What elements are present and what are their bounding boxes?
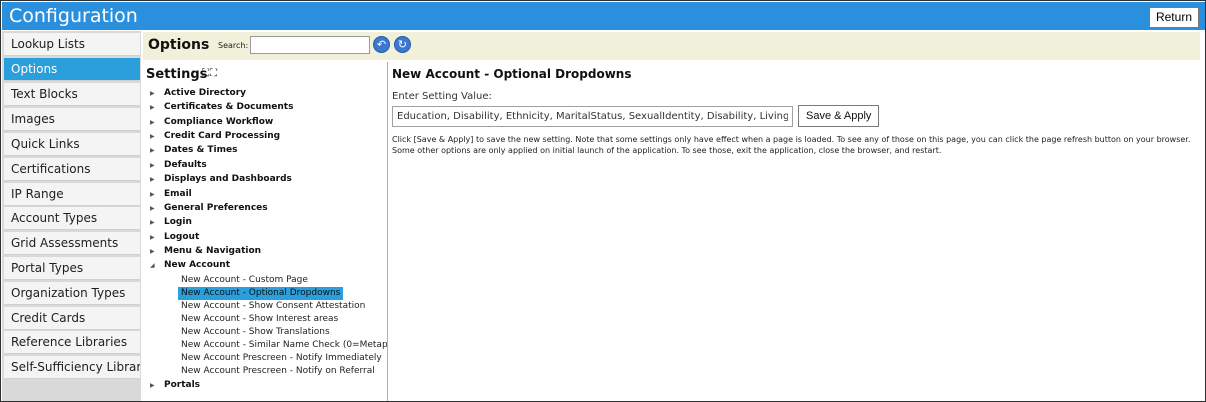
settings-tree-pane: Settings ⛶⛶ ▶ Active Directory ▶ Certifica…	[143, 62, 388, 401]
tree-node-label: Menu & Navigation	[164, 246, 262, 256]
setting-detail-pane: New Account - Optional Dropdowns Enter S…	[390, 62, 1202, 401]
tree-node-new-account[interactable]: ◢ New Account	[150, 259, 230, 272]
sidebar-item-ip-range[interactable]: IP Range	[4, 183, 140, 206]
tree-node[interactable]: ▶ Login	[150, 216, 192, 229]
tree-node-label: Email	[164, 189, 192, 199]
tree-leaf[interactable]: New Account - Similar Name Check (0=Meta…	[178, 339, 387, 352]
tree-node[interactable]: ▶ Active Directory	[150, 87, 246, 100]
chevron-right-icon: ▶	[150, 90, 155, 97]
chevron-right-icon: ▶	[150, 382, 155, 389]
settings-heading: Settings	[146, 67, 208, 82]
tree-node-label: Dates & Times	[164, 145, 238, 155]
tree-leaf-selected[interactable]: New Account - Optional Dropdowns	[178, 287, 344, 300]
tree-node[interactable]: ▶ General Preferences	[150, 202, 268, 215]
tree-node[interactable]: ▶ Certificates & Documents	[150, 101, 293, 114]
tree-node-label: Defaults	[164, 160, 207, 170]
chevron-right-icon: ▶	[150, 205, 155, 212]
tree-node-label: New Account	[164, 260, 231, 270]
setting-title: New Account - Optional Dropdowns	[392, 67, 632, 81]
back-arrow-icon[interactable]: ↶	[373, 36, 390, 53]
search-label: Search:	[218, 41, 249, 50]
setting-value-label: Enter Setting Value:	[392, 91, 492, 102]
tree-leaf[interactable]: New Account - Custom Page	[178, 274, 311, 287]
chevron-right-icon: ▶	[150, 191, 155, 198]
tree-node[interactable]: ▶ Dates & Times	[150, 144, 238, 157]
sidebar-item-text-blocks[interactable]: Text Blocks	[4, 83, 140, 106]
tree-node[interactable]: ▶ Credit Card Processing	[150, 130, 280, 143]
tree-node-label: Compliance Workflow	[164, 117, 274, 127]
sidebar-item-self-sufficiency-libraries[interactable]: Self-Sufficiency Libraries	[4, 356, 140, 379]
tree-node[interactable]: ▶ Email	[150, 188, 192, 201]
expand-collapse-all-icon[interactable]: ⛶⛶	[202, 68, 218, 79]
chevron-right-icon: ▶	[150, 119, 155, 126]
chevron-right-icon: ▶	[150, 104, 155, 111]
page-title: Options	[148, 37, 210, 53]
sidebar: Lookup Lists Options Text Blocks Images …	[2, 31, 141, 401]
tree-node-label: Displays and Dashboards	[164, 174, 292, 184]
tree-leaf[interactable]: New Account Prescreen - Notify on Referr…	[178, 365, 378, 378]
save-apply-button[interactable]: Save & Apply	[798, 105, 880, 127]
tree-node-label: General Preferences	[164, 203, 268, 213]
chevron-right-icon: ▶	[150, 219, 155, 226]
tree-node-label: Logout	[164, 232, 200, 242]
tree-node[interactable]: ▶ Menu & Navigation	[150, 245, 261, 258]
tree-leaf[interactable]: New Account - Show Translations	[178, 326, 333, 339]
app-window: Configuration Return Lookup Lists Option…	[0, 0, 1206, 402]
tree-node-label: Login	[164, 217, 192, 227]
chevron-right-icon: ▶	[150, 147, 155, 154]
sidebar-item-quick-links[interactable]: Quick Links	[4, 133, 140, 156]
sidebar-item-reference-libraries[interactable]: Reference Libraries	[4, 331, 140, 354]
tree-node[interactable]: ▶ Compliance Workflow	[150, 116, 273, 129]
help-text: Click [Save & Apply] to save the new set…	[392, 135, 1191, 155]
tree-node[interactable]: ▶ Displays and Dashboards	[150, 173, 292, 186]
title-bar: Configuration Return	[2, 2, 1205, 30]
sidebar-item-grid-assessments[interactable]: Grid Assessments	[4, 232, 140, 255]
tree-node-label: Certificates & Documents	[164, 102, 294, 112]
tree-leaf[interactable]: New Account - Show Consent Attestation	[178, 300, 368, 313]
tree-leaf[interactable]: New Account - Show Interest areas	[178, 313, 341, 326]
setting-value-input[interactable]	[392, 106, 793, 127]
sidebar-item-account-types[interactable]: Account Types	[4, 207, 140, 230]
chevron-right-icon: ▶	[150, 248, 155, 255]
sidebar-item-options[interactable]: Options	[4, 58, 140, 81]
tree-node[interactable]: ▶ Defaults	[150, 159, 207, 172]
sidebar-item-organization-types[interactable]: Organization Types	[4, 282, 140, 305]
tree-node[interactable]: ▶ Portals	[150, 379, 200, 392]
chevron-down-icon: ◢	[150, 262, 155, 269]
return-button[interactable]: Return	[1148, 7, 1199, 28]
chevron-right-icon: ▶	[150, 176, 155, 183]
app-title: Configuration	[9, 5, 138, 27]
chevron-right-icon: ▶	[150, 133, 155, 140]
tree-node-label: Active Directory	[164, 88, 247, 98]
options-toolbar: Options Search: ↶ ↻	[143, 32, 1200, 60]
sidebar-item-images[interactable]: Images	[4, 108, 140, 131]
tree-leaf[interactable]: New Account Prescreen - Notify Immediate…	[178, 352, 385, 365]
tree-node-label: Credit Card Processing	[164, 131, 281, 141]
chevron-right-icon: ▶	[150, 234, 155, 241]
sidebar-item-certifications[interactable]: Certifications	[4, 158, 140, 181]
chevron-right-icon: ▶	[150, 162, 155, 169]
refresh-icon[interactable]: ↻	[394, 36, 411, 53]
search-input[interactable]	[250, 36, 370, 54]
tree-node[interactable]: ▶ Logout	[150, 231, 199, 244]
sidebar-item-portal-types[interactable]: Portal Types	[4, 257, 140, 280]
sidebar-item-lookup-lists[interactable]: Lookup Lists	[4, 33, 140, 56]
sidebar-item-credit-cards[interactable]: Credit Cards	[4, 307, 140, 330]
tree-node-label: Portals	[164, 380, 201, 390]
